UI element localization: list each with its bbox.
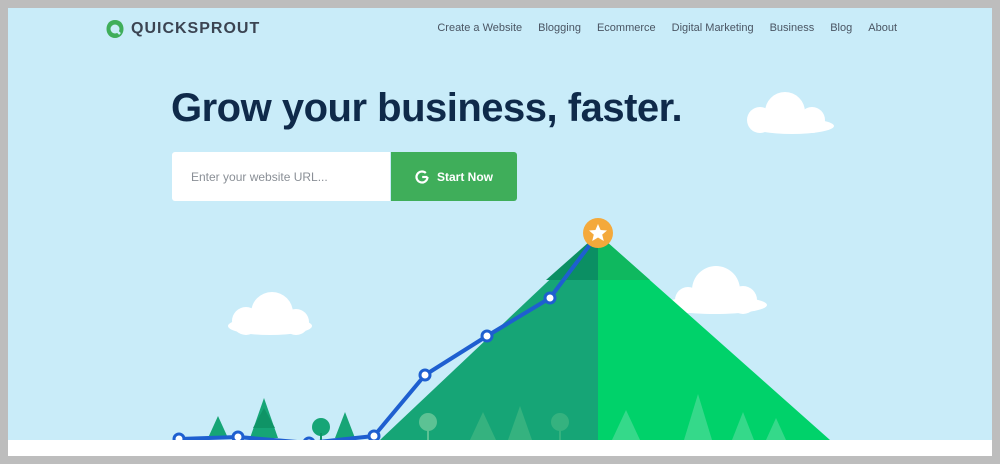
main-nav: Create a Website Blogging Ecommerce Digi…: [437, 22, 897, 34]
nav-item-blog[interactable]: Blog: [830, 22, 852, 34]
brand-logo[interactable]: QUICKSPROUT: [105, 19, 260, 39]
cloud: [747, 92, 834, 134]
tree: [250, 398, 278, 438]
growth-point: [418, 368, 432, 382]
ground: [8, 440, 992, 456]
sprout-logo-icon: [106, 20, 124, 38]
brand-name: QUICKSPROUT: [131, 20, 261, 37]
hero-headline: Grow your business, faster.: [171, 86, 683, 130]
nav-item-blogging[interactable]: Blogging: [538, 22, 581, 34]
star-icon: [583, 218, 613, 248]
growth-point: [543, 291, 557, 305]
website-url-input[interactable]: [172, 152, 390, 201]
start-now-button[interactable]: Start Now: [391, 152, 517, 201]
growth-illustration: [172, 92, 834, 450]
tree: [335, 412, 355, 438]
start-now-label: Start Now: [436, 169, 493, 184]
tree: [208, 416, 228, 438]
nav-item-about[interactable]: About: [868, 22, 897, 34]
nav-item-ecommerce[interactable]: Ecommerce: [597, 22, 656, 34]
nav-item-digital-marketing[interactable]: Digital Marketing: [672, 22, 754, 34]
tree: [312, 418, 330, 441]
cloud: [228, 292, 312, 335]
nav-item-business[interactable]: Business: [770, 22, 815, 34]
nav-item-create-a-website[interactable]: Create a Website: [437, 22, 522, 34]
growth-point: [480, 329, 494, 343]
hero-page: QUICKSPROUT Create a Website Blogging Ec…: [8, 8, 992, 456]
google-icon: [415, 169, 429, 184]
